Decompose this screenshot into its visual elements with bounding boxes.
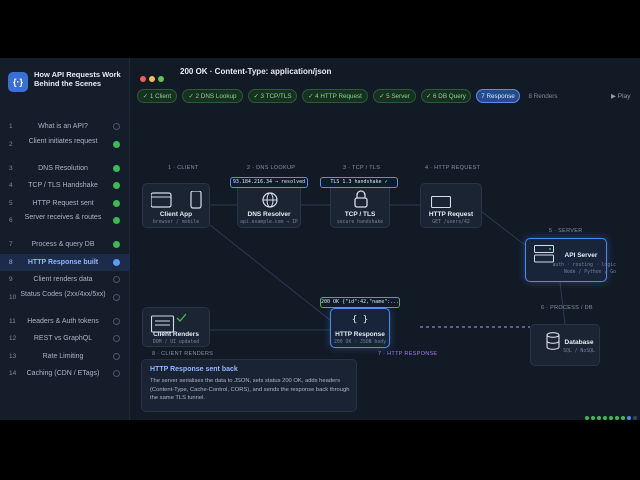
response-pill: 200 OK {"id":42,"name":...} — [320, 297, 400, 308]
database-node[interactable]: Database SQL / NoSQL — [530, 324, 600, 366]
caption-panel: HTTP Response sent back The server seria… — [141, 359, 357, 412]
client-renders-node[interactable]: Client Renders DOM / UI updated — [142, 307, 210, 347]
stage-label-client: 1 · CLIENT — [168, 165, 199, 171]
document-check-icon — [151, 313, 187, 333]
tcp-tls-node[interactable]: TCP / TLS secure handshake — [330, 183, 390, 228]
client-renders-title: Client Renders — [153, 331, 199, 338]
http-request-title: HTTP Request — [428, 211, 474, 218]
http-response-title: HTTP Response — [335, 331, 385, 338]
stage-label-client-renders: 8 · CLIENT RENDERS — [152, 351, 214, 357]
tcp-tls-title: TCP / TLS — [344, 211, 376, 218]
client-app-sub: browser / mobile — [152, 220, 200, 225]
api-server-sub2: Node / Python / Go — [564, 270, 616, 275]
link-server-db — [559, 281, 566, 325]
stage-label-dns: 2 · DNS LOOKUP — [247, 165, 296, 171]
globe-icon — [262, 192, 278, 208]
api-server-node[interactable]: API Server auth · routing · logic Node /… — [525, 238, 616, 282]
dns-resolver-node[interactable]: DNS Resolver api.example.com → IP — [237, 183, 301, 228]
api-server-title: API Server — [564, 252, 598, 259]
devices-icon — [151, 191, 202, 209]
lock-icon — [354, 190, 368, 208]
http-request-node[interactable]: HTTP Request GET /users/42 — [420, 183, 482, 228]
tls-pill: TLS 1.3 handshake ✓ — [320, 177, 398, 188]
dns-resolver-title: DNS Resolver — [247, 211, 291, 218]
client-app-node[interactable]: Client App browser / mobile — [142, 183, 210, 228]
progress-dot[interactable] — [597, 416, 601, 420]
stage-label-http-request: 4 · HTTP REQUEST — [425, 165, 481, 171]
progress-dot[interactable] — [603, 416, 607, 420]
database-sub: SQL / NoSQL — [563, 349, 595, 354]
client-renders-sub: DOM / UI updated — [152, 340, 200, 345]
link-client-response — [209, 224, 331, 321]
stage-label-http-response: 7 · HTTP RESPONSE — [378, 351, 438, 357]
stage-label-tcp: 3 · TCP / TLS — [343, 165, 381, 171]
http-response-sub: 200 OK · JSON body — [334, 340, 386, 345]
http-response-node[interactable]: { } HTTP Response 200 OK · JSON body — [330, 308, 390, 348]
progress-dot[interactable] — [633, 416, 637, 420]
link-http-server — [481, 211, 526, 246]
caption-title: HTTP Response sent back — [150, 366, 238, 373]
database-title: Database — [564, 339, 594, 346]
progress-dot[interactable] — [609, 416, 613, 420]
dns-resolver-sub: api.example.com → IP — [240, 220, 298, 225]
caption-body: The server serialises the data to JSON, … — [150, 378, 350, 401]
progress-dots — [583, 407, 637, 425]
progress-dot[interactable] — [585, 416, 589, 420]
stage-label-server: 5 · SERVER — [549, 228, 583, 234]
stage-label-process: 6 · PROCESS / DB — [541, 305, 593, 311]
client-app-title: Client App — [159, 211, 193, 218]
dns-pill: 93.184.216.34 → resolved — [230, 177, 308, 188]
progress-dot[interactable] — [615, 416, 619, 420]
api-server-sub1: auth · routing · logic — [552, 263, 616, 268]
http-request-sub: GET /users/42 — [432, 220, 470, 225]
envelope-icon — [431, 196, 451, 208]
progress-dot[interactable] — [627, 416, 631, 420]
braces-icon: { } — [351, 315, 369, 325]
progress-dot[interactable] — [621, 416, 625, 420]
progress-dot[interactable] — [591, 416, 595, 420]
tcp-tls-sub: secure handshake — [336, 220, 384, 225]
